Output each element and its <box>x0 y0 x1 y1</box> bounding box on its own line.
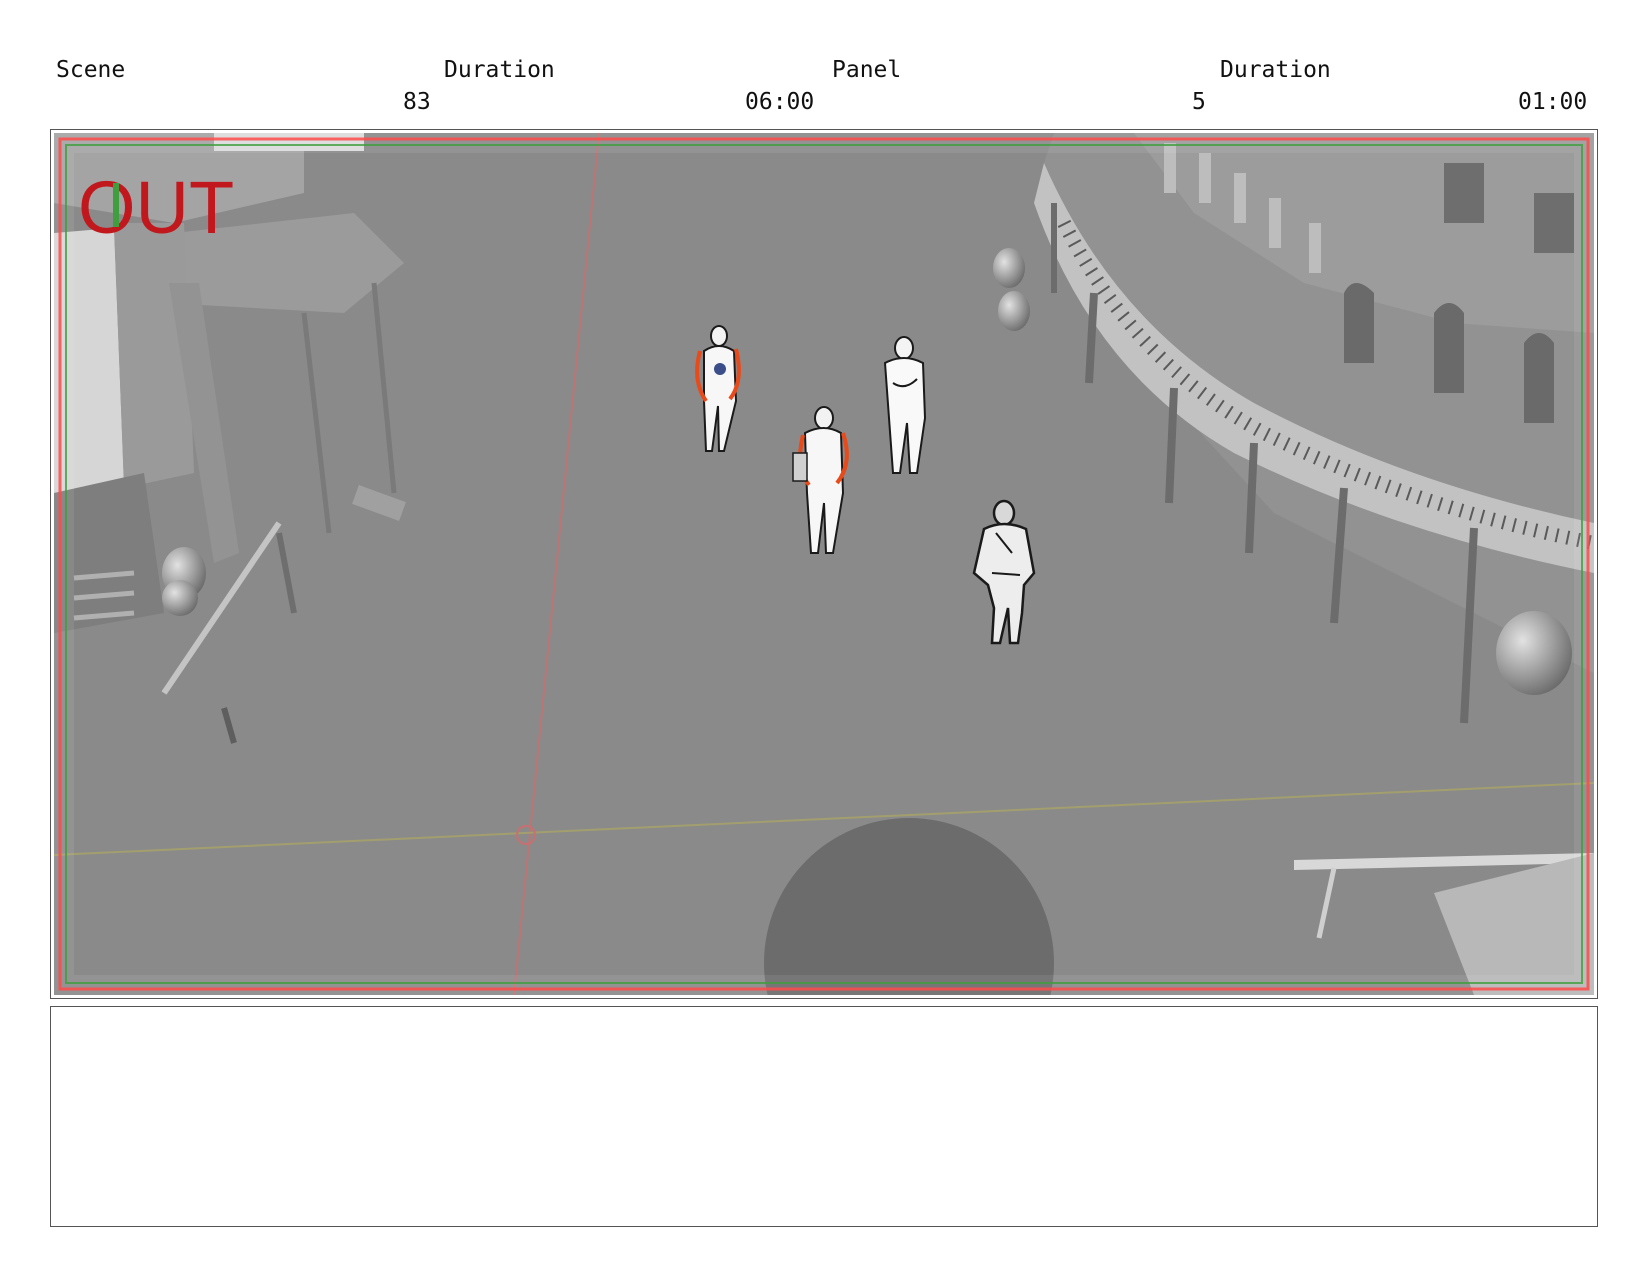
out-marker-text: OUT <box>78 166 234 249</box>
scene-illustration: OUT <box>54 133 1594 995</box>
panel-duration-value: 01:00 <box>1518 89 1588 115</box>
scene-duration-label: Duration <box>444 57 555 83</box>
storyboard-frame: OUT <box>50 129 1598 999</box>
scene-label: Scene <box>56 57 126 83</box>
panel-notes-text <box>51 1007 1597 1027</box>
scene-number: 83 <box>403 89 431 115</box>
panel-label: Panel <box>832 57 902 83</box>
panel-duration-label: Duration <box>1220 57 1331 83</box>
panel-notes-box[interactable] <box>50 1006 1598 1227</box>
scene-duration-value: 06:00 <box>745 89 815 115</box>
panel-number: 5 <box>1192 89 1206 115</box>
